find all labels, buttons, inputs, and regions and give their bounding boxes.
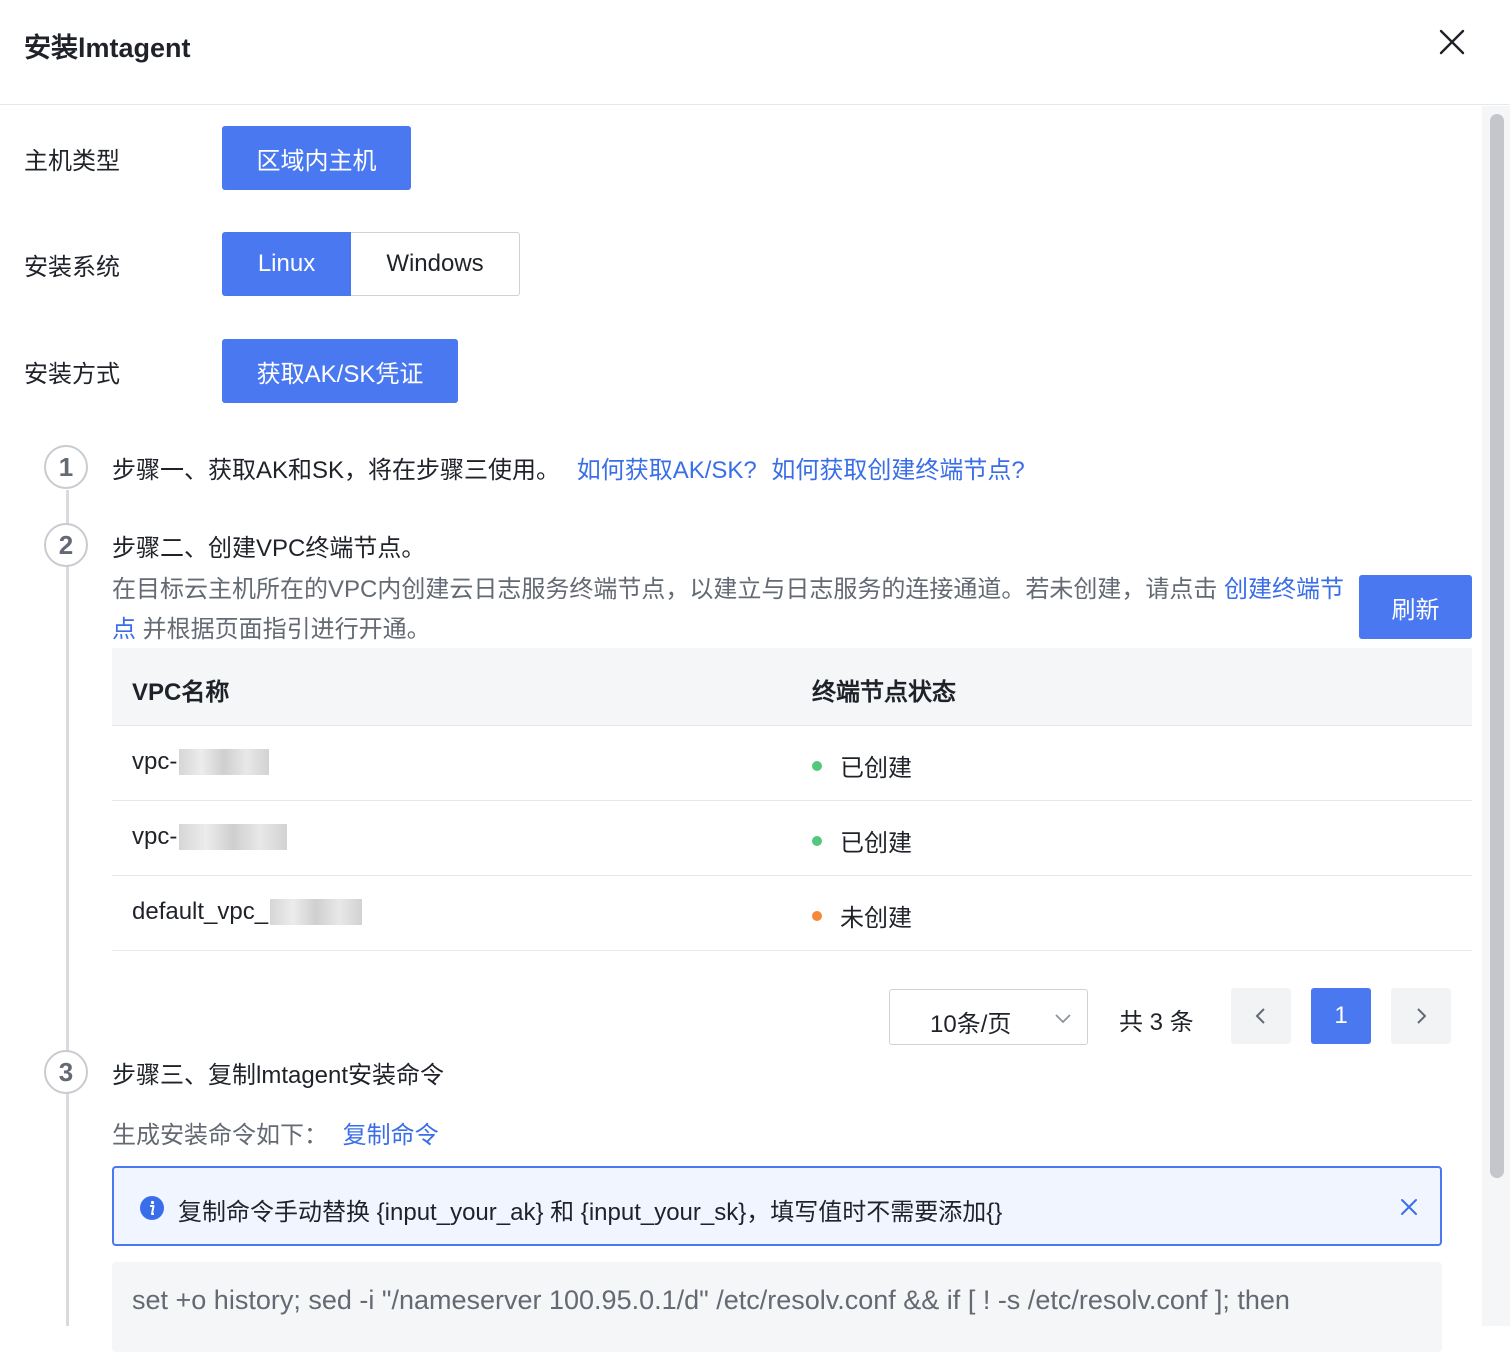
dialog-header: 安装lmtagent (0, 0, 1510, 105)
step-3-number: 3 (44, 1050, 88, 1094)
step-2-number: 2 (44, 523, 88, 567)
host-type-button[interactable]: 区域内主机 (222, 126, 411, 190)
get-aksk-button[interactable]: 获取AK/SK凭证 (222, 339, 458, 403)
vpc-name: default_vpc_ (132, 898, 269, 925)
how-to-create-endpoint-link[interactable]: 如何获取创建终端节点? (771, 457, 1024, 484)
redacted-block (179, 749, 270, 775)
os-segmented-control: Linux Windows (222, 232, 520, 296)
step-3-text: 步骤三、复制lmtagent安装命令 (112, 1062, 445, 1089)
info-icon (140, 1196, 164, 1220)
page-1-button[interactable]: 1 (1311, 988, 1371, 1044)
chevron-left-icon (1255, 1008, 1265, 1024)
generate-command-label: 生成安装命令如下： 复制命令 (112, 1115, 439, 1150)
step-2-description: 在目标云主机所在的VPC内创建云日志服务终端节点，以建立与日志服务的连接通道。若… (112, 570, 1348, 650)
status-cell: 已创建 (812, 823, 912, 858)
status-cell: 已创建 (812, 748, 912, 783)
page-size-value: 10条/页 (930, 1011, 1012, 1038)
redacted-block (270, 899, 363, 925)
page-size-select[interactable]: 10条/页 (889, 989, 1088, 1045)
status-text: 未创建 (840, 905, 912, 932)
step-1-number: 1 (44, 445, 88, 489)
close-alert-icon[interactable] (1398, 1196, 1420, 1218)
status-cell: 未创建 (812, 898, 912, 933)
header-vpc-name: VPC名称 (132, 679, 230, 706)
scrollbar[interactable] (1482, 106, 1510, 1326)
dialog-title: 安装lmtagent (24, 33, 191, 63)
desc-after: 并根据页面指引进行开通。 (136, 616, 431, 643)
status-dot (812, 835, 822, 846)
alert-message: 复制命令手动替换 {input_your_ak} 和 {input_your_s… (178, 1199, 1003, 1226)
pagination-total: 共 3 条 (1119, 1009, 1194, 1036)
scroll-thumb[interactable] (1490, 114, 1504, 1178)
desc-before: 在目标云主机所在的VPC内创建云日志服务终端节点，以建立与日志服务的连接通道。若… (112, 576, 1225, 603)
step-2-text: 步骤二、创建VPC终端节点。 (112, 535, 426, 562)
refresh-button[interactable]: 刷新 (1359, 575, 1472, 639)
vpc-name-cell: vpc- (132, 823, 288, 851)
gen-label-text: 生成安装命令如下： (112, 1122, 328, 1149)
method-label: 安装方式 (24, 361, 120, 388)
vpc-name-cell: vpc- (132, 748, 270, 776)
header-endpoint-status: 终端节点状态 (812, 679, 956, 706)
os-option-windows[interactable]: Windows (351, 232, 520, 296)
status-dot (812, 910, 822, 921)
vpc-name-cell: default_vpc_ (132, 898, 363, 926)
os-option-linux[interactable]: Linux (222, 232, 351, 296)
table-header: VPC名称 终端节点状态 (112, 648, 1472, 726)
table-row: default_vpc_ 未创建 (112, 876, 1472, 951)
steps-timeline-line (66, 490, 69, 1326)
status-dot (812, 760, 822, 771)
command-line-1: set +o history; sed -i "/nameserver 100.… (132, 1285, 1290, 1315)
copy-command-link[interactable]: 复制命令 (343, 1122, 439, 1149)
step-1-label: 步骤一、获取AK和SK，将在步骤三使用。 (112, 457, 561, 484)
chevron-down-icon (1055, 1014, 1071, 1024)
chevron-right-icon (1417, 1008, 1427, 1024)
host-type-label: 主机类型 (24, 148, 120, 175)
how-to-get-aksk-link[interactable]: 如何获取AK/SK? (577, 457, 757, 484)
vpc-name: vpc- (132, 748, 178, 775)
vpc-name: vpc- (132, 823, 178, 850)
table-row: vpc- 已创建 (112, 801, 1472, 876)
close-icon[interactable] (1434, 24, 1470, 60)
info-alert: 复制命令手动替换 {input_your_ak} 和 {input_your_s… (112, 1166, 1442, 1246)
redacted-block (179, 824, 288, 850)
status-text: 已创建 (840, 830, 912, 857)
table-row: vpc- 已创建 (112, 726, 1472, 801)
install-command-block[interactable]: set +o history; sed -i "/nameserver 100.… (112, 1262, 1442, 1352)
status-text: 已创建 (840, 755, 912, 782)
prev-page-button[interactable] (1231, 988, 1291, 1044)
next-page-button[interactable] (1391, 988, 1451, 1044)
os-label: 安装系统 (24, 254, 120, 281)
vpc-table: VPC名称 终端节点状态 vpc- 已创建 vpc- 已创建 default_v… (112, 648, 1472, 951)
step-1-text: 步骤一、获取AK和SK，将在步骤三使用。 如何获取AK/SK? 如何获取创建终端… (112, 450, 1025, 485)
